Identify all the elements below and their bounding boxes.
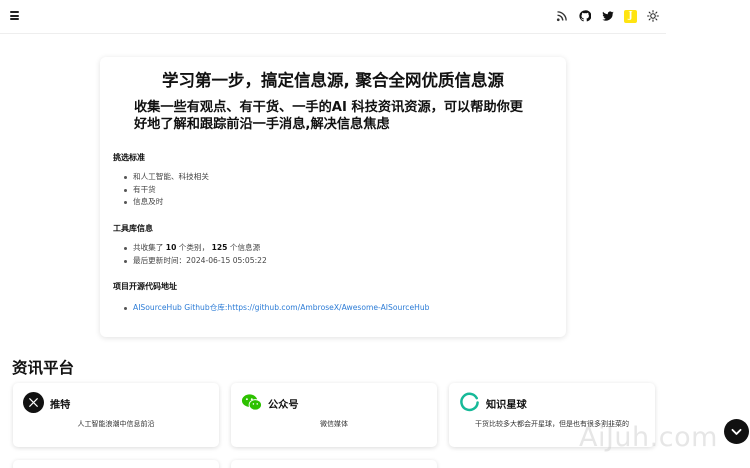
platform-card-partial[interactable] [231, 460, 437, 468]
list-item: 和人工智能、科技相关 [122, 171, 209, 184]
watermark: AiJuh.com [579, 422, 718, 453]
list-item: 共收集了 10 个类别， 125 个信息源 [122, 242, 267, 255]
repo-heading: 项目开源代码地址 [113, 282, 177, 291]
platform-card-wechat[interactable]: 公众号 微信媒体 [231, 383, 437, 447]
twitter-icon[interactable] [601, 9, 615, 23]
platform-name: 知识星球 [486, 400, 527, 411]
section-heading: 资讯平台 [12, 359, 75, 377]
platform-desc: 微信媒体 [320, 420, 348, 428]
list-item: 信息及时 [122, 196, 209, 209]
scroll-down-button[interactable] [724, 419, 749, 444]
library-list: 共收集了 10 个类别， 125 个信息源 最后更新时间：2024-06-15 … [122, 242, 267, 267]
zsxq-icon [459, 392, 480, 413]
sun-icon[interactable] [646, 9, 660, 23]
page-title: 学习第一步，搞定信息源, 聚合全网优质信息源 [161, 71, 504, 90]
page-subtitle: 收集一些有观点、有干货、一手的AI 科技资讯资源，可以帮助你更好地了解和跟踪前沿… [134, 100, 523, 132]
criteria-heading: 挑选标准 [113, 153, 145, 162]
repo-list: AISourceHub Github仓库:https://github.com/… [122, 302, 429, 315]
top-bar: J [0, 0, 666, 34]
platform-desc: 人工智能浪潮中信息前沿 [77, 420, 155, 428]
intro-card: 学习第一步，搞定信息源, 聚合全网优质信息源 收集一些有观点、有干货、一手的AI… [100, 57, 566, 337]
category-count: 10 [165, 243, 177, 252]
platform-card-partial[interactable] [13, 460, 219, 468]
platform-card-twitter[interactable]: 推特 人工智能浪潮中信息前沿 [13, 383, 219, 447]
rss-icon[interactable] [555, 9, 569, 23]
x-icon [23, 392, 44, 413]
criteria-list: 和人工智能、科技相关 有干货 信息及时 [122, 171, 209, 209]
chevron-down-icon [731, 428, 742, 435]
wechat-icon [241, 392, 262, 413]
top-icon-group: J [555, 9, 660, 23]
list-item: AISourceHub Github仓库:https://github.com/… [122, 302, 429, 315]
library-heading: 工具库信息 [113, 224, 153, 233]
last-updated: 最后更新时间：2024-06-15 05:05:22 [122, 255, 267, 268]
platform-name: 推特 [50, 400, 71, 411]
menu-icon[interactable] [10, 11, 19, 20]
source-count: 125 [211, 243, 228, 252]
repo-link[interactable]: AISourceHub Github仓库:https://github.com/… [133, 303, 429, 312]
jike-icon[interactable]: J [624, 9, 637, 23]
list-item: 有干货 [122, 184, 209, 197]
platform-name: 公众号 [268, 400, 299, 411]
github-icon[interactable] [578, 9, 592, 23]
